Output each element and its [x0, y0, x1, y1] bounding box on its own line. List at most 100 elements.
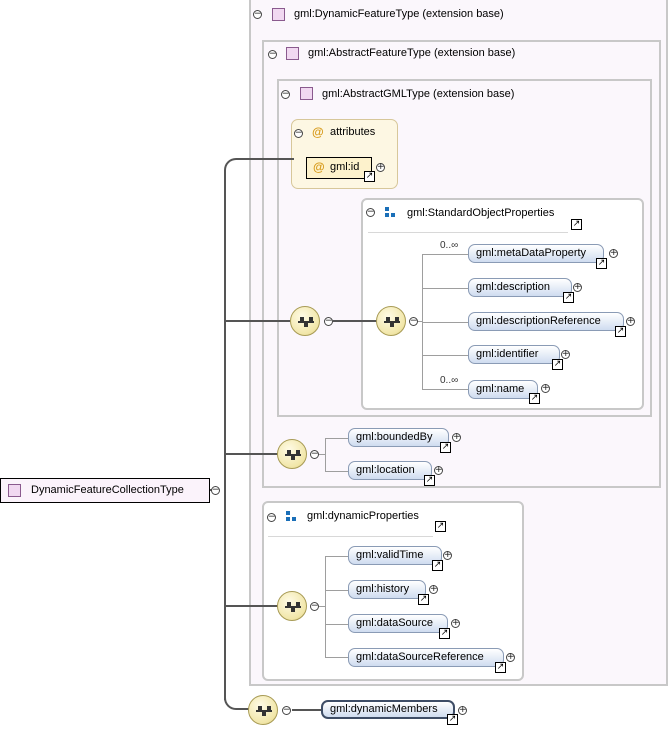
element-gml-location[interactable]: gml:location: [348, 461, 432, 480]
collapse-icon[interactable]: −: [267, 513, 276, 522]
collapse-icon[interactable]: −: [211, 486, 220, 495]
main-connector: [224, 320, 290, 322]
collapse-icon[interactable]: −: [253, 10, 262, 19]
reference-arrow-icon[interactable]: ↗: [495, 662, 506, 673]
divider: [368, 232, 568, 233]
attribute-icon: @: [312, 125, 324, 139]
main-connector: [224, 170, 226, 700]
connector-line: [422, 355, 468, 356]
type-square-icon: [300, 87, 313, 100]
reference-arrow-icon[interactable]: ↗: [563, 292, 574, 303]
reference-arrow-icon[interactable]: ↗: [615, 326, 626, 337]
expand-icon[interactable]: +: [376, 163, 385, 172]
main-connector: [292, 709, 322, 711]
element-gml-name[interactable]: gml:name: [468, 380, 538, 399]
type-square-icon: [286, 47, 299, 60]
standard-object-properties-title: gml:StandardObjectProperties: [407, 207, 555, 219]
reference-arrow-icon[interactable]: ↗: [571, 219, 582, 230]
abstract-gml-type-label: gml:AbstractGMLType (extension base): [322, 88, 515, 100]
connector-line: [325, 657, 348, 658]
group-icon: [286, 511, 297, 522]
dynamic-properties-title: gml:dynamicProperties: [307, 510, 419, 522]
connector-line: [325, 471, 348, 472]
divider: [268, 536, 433, 537]
reference-arrow-icon[interactable]: ↗: [529, 393, 540, 404]
reference-arrow-icon[interactable]: ↗: [439, 628, 450, 639]
expand-icon[interactable]: +: [561, 350, 570, 359]
abstract-feature-type-label: gml:AbstractFeatureType (extension base): [308, 47, 516, 59]
expand-icon[interactable]: +: [541, 384, 550, 393]
root-type-label: DynamicFeatureCollectionType: [31, 484, 184, 496]
type-square-icon: [272, 8, 285, 21]
attribute-icon: @: [313, 160, 325, 174]
sequence-icon[interactable]: [277, 591, 307, 621]
type-square-icon: [8, 484, 21, 497]
expand-icon[interactable]: +: [451, 619, 460, 628]
reference-arrow-icon[interactable]: ↗: [424, 475, 435, 486]
element-gml-validtime[interactable]: gml:validTime: [348, 546, 442, 565]
dynamic-feature-type-label: gml:DynamicFeatureType (extension base): [294, 8, 504, 20]
main-connector: [224, 158, 294, 172]
reference-arrow-icon[interactable]: ↗: [432, 560, 443, 571]
connector-line: [325, 556, 326, 658]
collapse-icon[interactable]: −: [281, 90, 290, 99]
reference-arrow-icon[interactable]: ↗: [364, 171, 375, 182]
element-gml-identifier[interactable]: gml:identifier: [468, 345, 560, 364]
collapse-icon[interactable]: −: [366, 208, 375, 217]
sequence-icon[interactable]: [277, 439, 307, 469]
element-gml-dynamicmembers[interactable]: gml:dynamicMembers: [321, 700, 455, 719]
sequence-icon[interactable]: [290, 306, 320, 336]
reference-arrow-icon[interactable]: ↗: [440, 442, 451, 453]
element-gml-boundedby[interactable]: gml:boundedBy: [348, 428, 449, 447]
element-gml-datasourcereference[interactable]: gml:dataSourceReference: [348, 648, 504, 667]
main-connector: [224, 605, 278, 607]
expand-icon[interactable]: +: [609, 249, 618, 258]
reference-arrow-icon[interactable]: ↗: [552, 359, 563, 370]
occurrence-label: 0..∞: [440, 240, 459, 251]
connector-line: [318, 454, 326, 455]
standard-object-properties-box: [361, 198, 644, 410]
element-gml-descriptionreference[interactable]: gml:descriptionReference: [468, 312, 624, 331]
reference-arrow-icon[interactable]: ↗: [435, 521, 446, 532]
expand-icon[interactable]: +: [434, 466, 443, 475]
expand-icon[interactable]: +: [506, 653, 515, 662]
expand-icon[interactable]: +: [573, 283, 582, 292]
collapse-icon[interactable]: −: [268, 50, 277, 59]
group-icon: [385, 207, 396, 218]
sequence-icon[interactable]: [248, 695, 278, 725]
connector-line: [422, 322, 468, 323]
connector-line: [325, 624, 348, 625]
connector-line: [325, 590, 348, 591]
collapse-icon[interactable]: −: [409, 317, 418, 326]
connector-line: [422, 389, 468, 390]
gml-id-label: gml:id: [330, 161, 360, 173]
connector-line: [422, 254, 468, 255]
element-gml-datasource[interactable]: gml:dataSource: [348, 614, 448, 633]
reference-arrow-icon[interactable]: ↗: [596, 258, 607, 269]
occurrence-label: 0..∞: [440, 375, 459, 386]
expand-icon[interactable]: +: [452, 433, 461, 442]
main-connector: [224, 453, 278, 455]
collapse-icon[interactable]: −: [282, 706, 291, 715]
reference-arrow-icon[interactable]: ↗: [447, 714, 458, 725]
connector-line: [318, 606, 326, 607]
expand-icon[interactable]: +: [626, 317, 635, 326]
connector-line: [422, 288, 468, 289]
attributes-title: attributes: [330, 126, 376, 138]
element-gml-history[interactable]: gml:history: [348, 580, 426, 599]
collapse-icon[interactable]: −: [310, 602, 319, 611]
connector-line: [325, 438, 348, 439]
sequence-icon[interactable]: [376, 306, 406, 336]
element-gml-description[interactable]: gml:description: [468, 278, 572, 297]
reference-arrow-icon[interactable]: ↗: [418, 594, 429, 605]
main-connector: [333, 320, 377, 322]
element-gml-metadataproperty[interactable]: gml:metaDataProperty: [468, 244, 604, 263]
collapse-icon[interactable]: −: [294, 129, 303, 138]
expand-icon[interactable]: +: [443, 551, 452, 560]
collapse-icon[interactable]: −: [310, 450, 319, 459]
expand-icon[interactable]: +: [458, 706, 467, 715]
connector-line: [325, 438, 326, 472]
expand-icon[interactable]: +: [429, 585, 438, 594]
connector-line: [325, 556, 348, 557]
collapse-icon[interactable]: −: [324, 317, 333, 326]
